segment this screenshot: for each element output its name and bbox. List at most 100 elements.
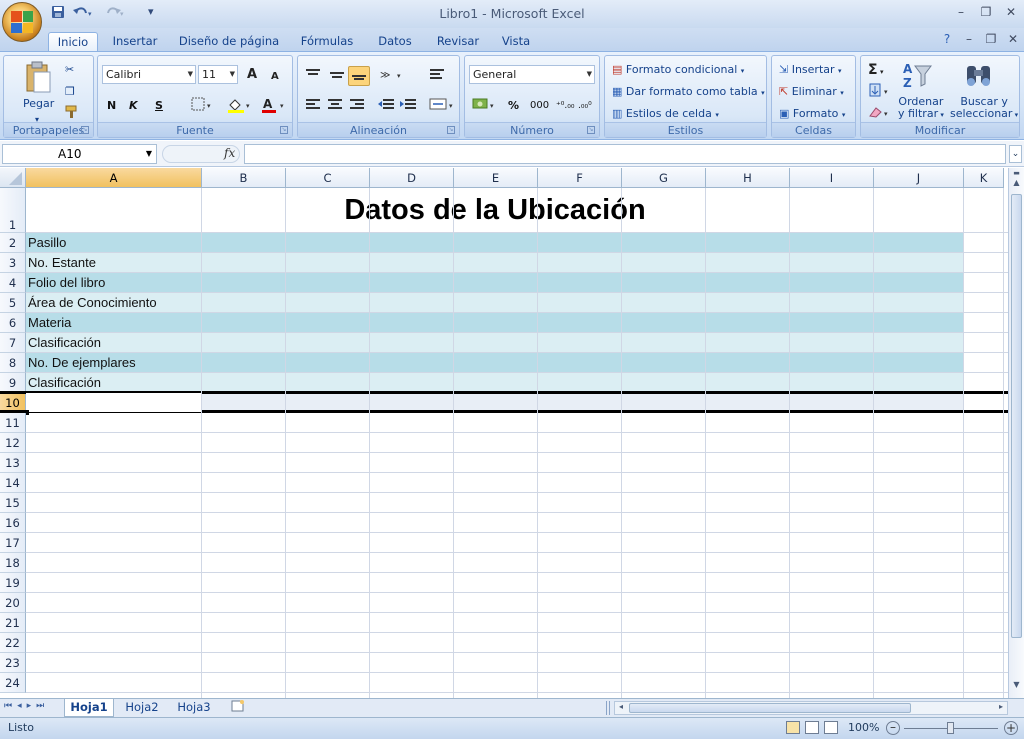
scroll-up-icon[interactable]: ▲ <box>1010 178 1023 192</box>
save-icon[interactable] <box>50 4 66 22</box>
minimize-icon[interactable]: – <box>952 4 970 20</box>
shrink-font-button[interactable]: A <box>268 67 282 87</box>
tab-split-handle[interactable] <box>606 701 610 715</box>
column-header-j[interactable]: J <box>874 168 964 188</box>
sheet-row[interactable] <box>26 653 1008 673</box>
row-header-22[interactable]: 22 <box>0 633 26 653</box>
column-header-f[interactable]: F <box>538 168 622 188</box>
sheet-row[interactable] <box>26 413 1008 433</box>
close-icon[interactable]: ✕ <box>1002 4 1020 20</box>
row-header-11[interactable]: 11 <box>0 413 26 433</box>
tab-datos[interactable]: Datos <box>372 32 418 52</box>
conditional-format-button[interactable]: ▤ Formato condicional ▾ <box>609 60 747 80</box>
copy-icon[interactable]: ❐ <box>62 82 78 102</box>
tab-revisar[interactable]: Revisar <box>430 32 486 52</box>
sheet-row[interactable]: Datos de la Ubicación <box>26 188 1008 233</box>
sheet-row[interactable]: Folio del libro <box>26 273 1008 293</box>
number-format-combo[interactable]: General ▼ <box>469 65 595 84</box>
row-header-19[interactable]: 19 <box>0 573 26 593</box>
row-header-21[interactable]: 21 <box>0 613 26 633</box>
cell-a9[interactable]: Clasificación <box>28 375 101 390</box>
column-header-d[interactable]: D <box>370 168 454 188</box>
cell-styles-button[interactable]: ▥ Estilos de celda ▾ <box>609 104 722 124</box>
row-header-9[interactable]: 9 <box>0 373 26 393</box>
row-header-2[interactable]: 2 <box>0 233 26 253</box>
sheet-row[interactable]: No. De ejemplares <box>26 353 1008 373</box>
orientation-icon[interactable]: ≫ ▾ <box>376 66 408 86</box>
delete-cells-button[interactable]: ⇱ Eliminar ▾ <box>776 82 847 102</box>
column-header-i[interactable]: I <box>790 168 874 188</box>
sheet-row[interactable]: Materia <box>26 313 1008 333</box>
align-left-icon[interactable] <box>302 96 324 116</box>
zoom-out-icon[interactable]: – <box>886 721 900 735</box>
name-box[interactable]: A10 ▼ <box>2 144 157 164</box>
horizontal-scrollbar[interactable]: ◂ ▸ <box>614 701 1008 715</box>
currency-icon[interactable]: ▾ <box>469 96 501 116</box>
row-header-12[interactable]: 12 <box>0 433 26 453</box>
sheet-nav-icons[interactable]: ⏮◂▸⏭ <box>4 701 49 711</box>
cell-a3[interactable]: No. Estante <box>28 255 96 270</box>
zoom-slider-thumb[interactable] <box>947 722 954 734</box>
page-break-view-icon[interactable] <box>824 721 838 734</box>
sheet-row[interactable] <box>26 553 1008 573</box>
row-header-20[interactable]: 20 <box>0 593 26 613</box>
cell-a2[interactable]: Pasillo <box>28 235 66 250</box>
decrease-decimal-button[interactable]: .₀₀⁰ <box>575 96 595 116</box>
percent-button[interactable]: % <box>505 96 522 116</box>
align-right-icon[interactable] <box>346 96 368 116</box>
row-header-6[interactable]: 6 <box>0 313 26 333</box>
scroll-thumb[interactable] <box>1011 194 1022 638</box>
font-size-combo[interactable]: 11 ▼ <box>198 65 238 84</box>
doc-close-icon[interactable]: ✕ <box>1004 31 1022 47</box>
tab-diseno-pagina[interactable]: Diseño de página <box>174 32 284 52</box>
row-header-17[interactable]: 17 <box>0 533 26 553</box>
column-header-k[interactable]: K <box>964 168 1004 188</box>
insert-cells-button[interactable]: ⇲ Insertar ▾ <box>776 60 845 80</box>
normal-view-icon[interactable] <box>786 721 800 734</box>
row-header-7[interactable]: 7 <box>0 333 26 353</box>
column-header-b[interactable]: B <box>202 168 286 188</box>
row-header-16[interactable]: 16 <box>0 513 26 533</box>
column-header-e[interactable]: E <box>454 168 538 188</box>
italic-button[interactable]: K <box>126 96 141 116</box>
column-header-g[interactable]: G <box>622 168 706 188</box>
underline-button[interactable]: S <box>152 96 166 116</box>
row-header-13[interactable]: 13 <box>0 453 26 473</box>
dialog-launcher-icon[interactable]: ↘ <box>587 126 595 134</box>
row-header-15[interactable]: 15 <box>0 493 26 513</box>
bold-button[interactable]: N <box>104 96 119 116</box>
dialog-launcher-icon[interactable]: ↘ <box>81 126 89 134</box>
customize-quick-access[interactable]: ▾ <box>148 5 154 23</box>
decrease-indent-icon[interactable] <box>374 96 398 116</box>
fill-icon[interactable]: ▾ <box>865 82 897 102</box>
scroll-down-icon[interactable]: ▼ <box>1010 680 1023 694</box>
sheet-row[interactable] <box>0 391 1008 415</box>
zoom-level[interactable]: 100% <box>848 721 879 734</box>
insert-sheet-icon[interactable] <box>226 699 250 717</box>
sheet-row[interactable] <box>26 493 1008 513</box>
cell-a7[interactable]: Clasificación <box>28 335 101 350</box>
row-header-23[interactable]: 23 <box>0 653 26 673</box>
doc-restore-icon[interactable]: ❐ <box>982 31 1000 47</box>
undo-icon[interactable]: ▾ <box>72 4 94 22</box>
h-scroll-thumb[interactable] <box>629 703 911 713</box>
thousands-button[interactable]: 000 <box>527 96 552 116</box>
select-all-button[interactable] <box>0 168 26 188</box>
row-header-1[interactable]: 1 <box>0 188 26 233</box>
redo-icon[interactable]: ▾ <box>104 4 126 22</box>
restore-icon[interactable]: ❐ <box>977 4 995 20</box>
scroll-left-icon[interactable]: ◂ <box>615 702 627 714</box>
sheet-row[interactable]: Clasificación <box>26 333 1008 353</box>
grow-font-button[interactable]: A <box>244 65 260 85</box>
cell-a8[interactable]: No. De ejemplares <box>28 355 136 370</box>
sheet-tab-hoja3[interactable]: Hoja3 <box>170 699 218 717</box>
fill-color-icon[interactable]: ▾ <box>224 96 256 116</box>
align-top-icon[interactable] <box>302 66 324 86</box>
sort-filter-button[interactable]: Ordenar y filtrar ▾ <box>895 95 947 120</box>
row-header-4[interactable]: 4 <box>0 273 26 293</box>
borders-icon[interactable]: ▾ <box>188 96 218 116</box>
column-header-a[interactable]: A <box>26 168 202 188</box>
worksheet-grid[interactable]: ABCDEFGHIJK 1 Datos de la Ubicación 2 Pasil… <box>0 168 1008 698</box>
cell-a6[interactable]: Materia <box>28 315 71 330</box>
align-middle-icon[interactable] <box>326 66 348 86</box>
